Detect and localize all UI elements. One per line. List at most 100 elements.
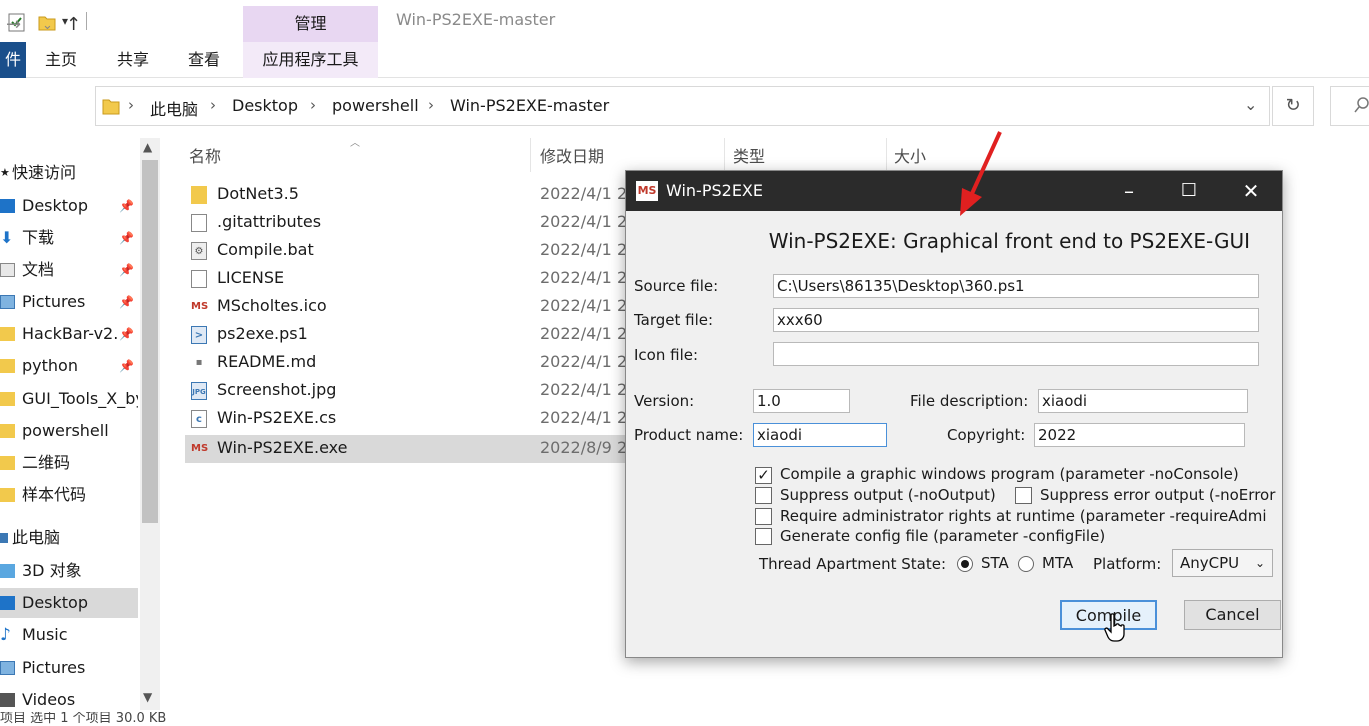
file-row[interactable]: ▪ README.md 2022/4/1 2: [185, 349, 628, 377]
chevron-right-icon[interactable]: ›: [128, 96, 134, 114]
chevron-right-icon[interactable]: ›: [428, 96, 434, 114]
column-header-date[interactable]: 修改日期: [540, 143, 604, 167]
videos-icon: [0, 693, 15, 707]
column-header-name[interactable]: 名称: [189, 143, 221, 167]
folder-icon: [0, 424, 15, 438]
require-admin-checkbox[interactable]: [755, 508, 772, 525]
pin-icon[interactable]: 📌: [119, 287, 134, 317]
nooutput-checkbox[interactable]: [755, 487, 772, 504]
file-row[interactable]: LICENSE 2022/4/1 2: [185, 265, 627, 293]
file-date: 2022/4/1 2: [540, 184, 628, 203]
tab-application-tools[interactable]: 应用程序工具: [243, 42, 378, 78]
forward-arrow-icon[interactable]: →: [6, 14, 21, 35]
platform-select[interactable]: AnyCPU ⌄: [1172, 549, 1273, 577]
breadcrumb-powershell[interactable]: powershell: [332, 96, 419, 115]
file-date: 2022/4/1 2: [540, 408, 628, 427]
file-row[interactable]: c Win-PS2EXE.cs 2022/4/1 2: [185, 405, 628, 433]
file-row[interactable]: .gitattributes 2022/4/1 2: [185, 209, 627, 237]
config-file-label[interactable]: Generate config file (parameter -configF…: [780, 527, 1105, 545]
sidebar-item-label: GUI_Tools_X_by: [22, 389, 138, 408]
column-divider[interactable]: [724, 138, 725, 172]
breadcrumb-win-ps2exe-master[interactable]: Win-PS2EXE-master: [450, 96, 609, 115]
file-name: README.md: [217, 352, 317, 371]
sidebar-item-downloads[interactable]: ⬇ 下载 📌: [0, 223, 138, 253]
file-row[interactable]: DotNet3.5 2022/4/1 2: [185, 181, 628, 209]
apartment-state-label: Thread Apartment State:: [759, 555, 946, 573]
scroll-down-icon[interactable]: ▼: [143, 690, 152, 704]
file-date: 2022/8/9 2: [540, 438, 628, 457]
noerror-label[interactable]: Suppress error output (-noError: [1040, 486, 1275, 504]
sidebar-item-gui-tools[interactable]: GUI_Tools_X_by: [0, 384, 138, 414]
sta-radio[interactable]: [957, 556, 973, 572]
manage-tab[interactable]: 管理: [243, 6, 378, 42]
sidebar-item-qrcode[interactable]: 二维码: [0, 448, 138, 478]
search-input[interactable]: [1330, 86, 1369, 126]
pin-icon[interactable]: 📌: [119, 319, 134, 349]
recent-locations-icon[interactable]: ⌄: [42, 18, 53, 33]
file-row[interactable]: ⚙ Compile.bat 2022/4/1 2: [185, 237, 628, 265]
sidebar-quick-access[interactable]: ★ 快速访问: [0, 158, 138, 188]
chevron-right-icon[interactable]: ›: [310, 96, 316, 114]
file-row[interactable]: > ps2exe.ps1 2022/4/1 2: [185, 321, 627, 349]
address-dropdown-icon[interactable]: ⌄: [1244, 95, 1257, 114]
sidebar-item-desktop[interactable]: Desktop 📌: [0, 191, 138, 221]
breadcrumb-desktop[interactable]: Desktop: [232, 96, 298, 115]
sidebar-item-music[interactable]: ♪ Music: [0, 620, 138, 650]
sidebar-item-sample-code[interactable]: 样本代码: [0, 480, 138, 510]
address-bar[interactable]: › 此电脑 › Desktop › powershell › Win-PS2EX…: [95, 86, 1270, 126]
refresh-button[interactable]: ↻: [1272, 86, 1314, 126]
noerror-checkbox[interactable]: [1015, 487, 1032, 504]
sidebar-item-python[interactable]: python 📌: [0, 351, 138, 381]
up-arrow-icon[interactable]: ↑: [66, 14, 81, 35]
file-icon: [191, 214, 207, 232]
column-header-type[interactable]: 类型: [733, 143, 765, 167]
sta-label[interactable]: STA: [981, 554, 1009, 572]
computer-icon: [0, 533, 8, 543]
require-admin-label[interactable]: Require administrator rights at runtime …: [780, 507, 1267, 525]
bat-icon: ⚙: [191, 242, 207, 260]
column-divider[interactable]: [530, 138, 531, 172]
sidebar-item-label: Desktop: [22, 196, 88, 215]
file-row[interactable]: JPG Screenshot.jpg 2022/4/1 2: [185, 377, 627, 405]
tab-view[interactable]: 查看: [181, 42, 227, 78]
file-name: Screenshot.jpg: [217, 380, 337, 399]
sidebar-item-pictures[interactable]: Pictures 📌: [0, 287, 138, 317]
column-divider[interactable]: [886, 138, 887, 172]
cancel-button[interactable]: Cancel: [1184, 600, 1281, 630]
tab-home[interactable]: 主页: [38, 42, 84, 78]
file-date: 2022/4/1 2: [540, 240, 628, 259]
sidebar-item-pc-desktop[interactable]: Desktop: [0, 588, 138, 618]
mta-radio[interactable]: [1018, 556, 1034, 572]
sidebar-this-pc[interactable]: 此电脑: [0, 523, 138, 553]
red-arrow-icon: [952, 128, 1008, 226]
sidebar-item-3d-objects[interactable]: 3D 对象: [0, 556, 138, 586]
tab-share[interactable]: 共享: [110, 42, 156, 78]
ms-icon: MS: [191, 443, 209, 454]
mta-label[interactable]: MTA: [1042, 554, 1073, 572]
file-row[interactable]: MS MScholtes.ico 2022/4/1 2: [185, 293, 627, 321]
divider: [86, 12, 87, 30]
noconsole-label[interactable]: Compile a graphic windows program (param…: [780, 465, 1239, 483]
sidebar-scrollbar-thumb[interactable]: [142, 160, 158, 523]
scroll-up-icon[interactable]: ▲: [143, 140, 152, 154]
sidebar-item-hackbar[interactable]: HackBar-v2. 📌: [0, 319, 138, 349]
folder-icon: [102, 96, 120, 120]
pin-icon[interactable]: 📌: [119, 223, 134, 253]
sidebar-item-pc-pictures[interactable]: Pictures: [0, 653, 138, 683]
sidebar-item-powershell[interactable]: powershell: [0, 416, 138, 446]
sidebar-item-documents[interactable]: 文档 📌: [0, 255, 138, 285]
file-row-selected[interactable]: MS Win-PS2EXE.exe 2022/8/9 2: [185, 435, 628, 463]
sidebar-item-videos[interactable]: Videos: [0, 685, 138, 715]
config-file-checkbox[interactable]: [755, 528, 772, 545]
breadcrumb-this-pc[interactable]: 此电脑: [150, 96, 198, 120]
pin-icon[interactable]: 📌: [119, 255, 134, 285]
chevron-right-icon[interactable]: ›: [210, 96, 216, 114]
pin-icon[interactable]: 📌: [119, 351, 134, 381]
pin-icon[interactable]: 📌: [119, 191, 134, 221]
nooutput-label[interactable]: Suppress output (-noOutput): [780, 486, 996, 504]
music-icon: ♪: [0, 625, 11, 645]
tab-file[interactable]: 件: [0, 42, 26, 78]
file-name: Win-PS2EXE.exe: [217, 438, 348, 457]
column-header-size[interactable]: 大小: [894, 143, 926, 167]
noconsole-checkbox[interactable]: ✓: [755, 467, 772, 484]
